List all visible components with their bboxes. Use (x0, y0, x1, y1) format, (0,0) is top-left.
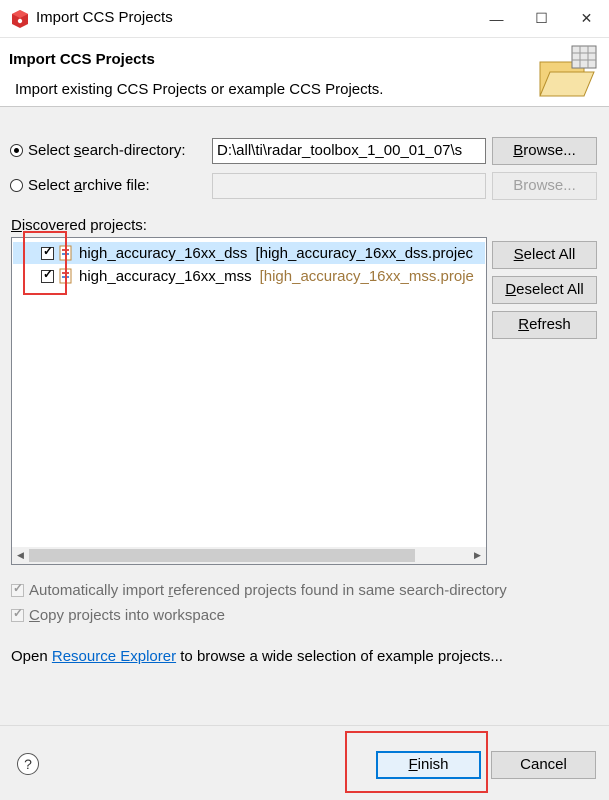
cancel-button[interactable]: Cancel (491, 751, 596, 779)
archive-file-field (212, 173, 486, 199)
horizontal-scrollbar[interactable]: ◀ ▶ (12, 547, 486, 564)
maximize-icon: ☐ (535, 10, 548, 26)
finish-button[interactable]: Finish (376, 751, 481, 779)
search-directory-field[interactable]: D:\all\ti\radar_toolbox_1_00_01_07\s (212, 138, 486, 164)
banner-description: Import existing CCS Projects or example … (15, 81, 384, 98)
project-checkbox[interactable] (41, 267, 54, 283)
ccs-app-icon (12, 10, 28, 28)
project-path: [high_accuracy_16xx_dss.projec (255, 244, 474, 262)
select-all-button[interactable]: Select All (492, 241, 597, 269)
import-folder-icon (539, 45, 597, 97)
search-directory-radio[interactable] (10, 144, 23, 157)
project-path: [high_accuracy_16xx_mss.proje (259, 267, 474, 285)
help-icon[interactable]: ? (17, 753, 39, 775)
wizard-banner: Import CCS Projects Import existing CCS … (0, 38, 609, 107)
project-checkbox[interactable] (41, 244, 54, 260)
discovered-projects-label: Discovered projects: (11, 217, 147, 234)
search-directory-label: Select search-directory: (28, 142, 186, 159)
list-item[interactable]: high_accuracy_16xx_dss [high_accuracy_16… (13, 242, 485, 264)
project-icon (59, 245, 72, 261)
copy-projects-label: Copy projects into workspace (29, 607, 225, 624)
archive-file-option[interactable]: Select archive file: (10, 177, 150, 194)
browse-archive-button: Browse... (492, 172, 597, 200)
deselect-all-button[interactable]: Deselect All (492, 276, 597, 304)
refresh-button[interactable]: Refresh (492, 311, 597, 339)
projects-list[interactable]: high_accuracy_16xx_dss [high_accuracy_16… (11, 237, 487, 565)
resource-explorer-text: Open Resource Explorer to browse a wide … (11, 648, 503, 665)
auto-import-label: Automatically import referenced projects… (29, 582, 507, 599)
project-name: high_accuracy_16xx_dss (79, 244, 248, 262)
scroll-right-icon[interactable]: ▶ (469, 547, 486, 564)
auto-import-checkbox (11, 581, 24, 597)
archive-file-label: Select archive file: (28, 177, 150, 194)
scroll-left-icon[interactable]: ◀ (12, 547, 29, 564)
resource-explorer-link[interactable]: Resource Explorer (52, 648, 176, 665)
archive-file-radio[interactable] (10, 179, 23, 192)
minimize-icon: — (489, 10, 504, 27)
title-bar: Import CCS Projects — ☐ ✕ (0, 0, 609, 38)
project-name: high_accuracy_16xx_mss (79, 267, 252, 285)
close-icon: ✕ (580, 10, 593, 26)
search-directory-option[interactable]: Select search-directory: (10, 142, 186, 159)
auto-import-option: Automatically import referenced projects… (11, 581, 507, 599)
close-button[interactable]: ✕ (564, 0, 609, 37)
maximize-button[interactable]: ☐ (519, 0, 564, 37)
copy-projects-option: Copy projects into workspace (11, 606, 225, 624)
minimize-button[interactable]: — (474, 0, 519, 37)
scrollbar-thumb[interactable] (29, 549, 415, 562)
window-title: Import CCS Projects (36, 9, 173, 26)
banner-title: Import CCS Projects (9, 51, 155, 68)
list-item[interactable]: high_accuracy_16xx_mss [high_accuracy_16… (13, 265, 485, 287)
copy-projects-checkbox (11, 606, 24, 622)
project-icon (59, 268, 72, 284)
browse-directory-button[interactable]: Browse... (492, 137, 597, 165)
